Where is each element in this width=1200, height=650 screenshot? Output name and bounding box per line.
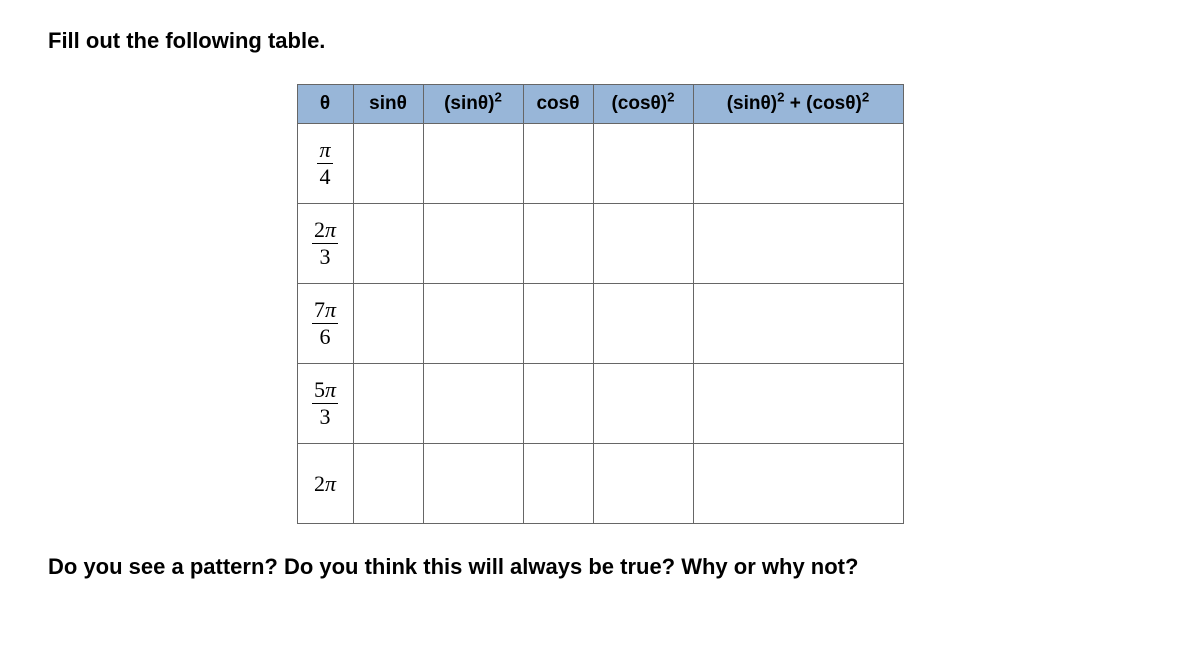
sin-cell bbox=[353, 364, 423, 444]
sin2-cell bbox=[423, 444, 523, 524]
angle-cell: π4 bbox=[297, 124, 353, 204]
sin2-cell bbox=[423, 204, 523, 284]
header-row: θ sinθ (sinθ)2 cosθ (cosθ)2 (sinθ)2 + (c… bbox=[297, 85, 903, 124]
header-sin-squared: (sinθ)2 bbox=[423, 85, 523, 124]
sin2-cell bbox=[423, 124, 523, 204]
angle-cell: 7π6 bbox=[297, 284, 353, 364]
sin2-cell bbox=[423, 364, 523, 444]
cos-cell bbox=[523, 204, 593, 284]
cos2-cell bbox=[593, 444, 693, 524]
cos-cell bbox=[523, 124, 593, 204]
table-row: 2π3 bbox=[297, 204, 903, 284]
table-row: 7π6 bbox=[297, 284, 903, 364]
sin-cell bbox=[353, 444, 423, 524]
sum-cell bbox=[693, 364, 903, 444]
angle-cell: 2π3 bbox=[297, 204, 353, 284]
sin2-cell bbox=[423, 284, 523, 364]
instruction-top: Fill out the following table. bbox=[48, 28, 1152, 54]
header-sin: sinθ bbox=[353, 85, 423, 124]
cos-cell bbox=[523, 444, 593, 524]
question-bottom: Do you see a pattern? Do you think this … bbox=[48, 554, 1152, 580]
table-container: θ sinθ (sinθ)2 cosθ (cosθ)2 (sinθ)2 + (c… bbox=[48, 84, 1152, 524]
angle-cell: 5π3 bbox=[297, 364, 353, 444]
cos-cell bbox=[523, 364, 593, 444]
cos2-cell bbox=[593, 284, 693, 364]
table-row: 5π3 bbox=[297, 364, 903, 444]
sin-cell bbox=[353, 204, 423, 284]
sin-cell bbox=[353, 284, 423, 364]
sin-cell bbox=[353, 124, 423, 204]
header-sum: (sinθ)2 + (cosθ)2 bbox=[693, 85, 903, 124]
cos2-cell bbox=[593, 124, 693, 204]
table-row: π4 bbox=[297, 124, 903, 204]
sum-cell bbox=[693, 444, 903, 524]
cos2-cell bbox=[593, 364, 693, 444]
sum-cell bbox=[693, 124, 903, 204]
table-row: 2π bbox=[297, 444, 903, 524]
header-cos-squared: (cosθ)2 bbox=[593, 85, 693, 124]
cos2-cell bbox=[593, 204, 693, 284]
angle-cell: 2π bbox=[297, 444, 353, 524]
sum-cell bbox=[693, 284, 903, 364]
trig-table: θ sinθ (sinθ)2 cosθ (cosθ)2 (sinθ)2 + (c… bbox=[297, 84, 904, 524]
sum-cell bbox=[693, 204, 903, 284]
cos-cell bbox=[523, 284, 593, 364]
header-theta: θ bbox=[297, 85, 353, 124]
header-cos: cosθ bbox=[523, 85, 593, 124]
